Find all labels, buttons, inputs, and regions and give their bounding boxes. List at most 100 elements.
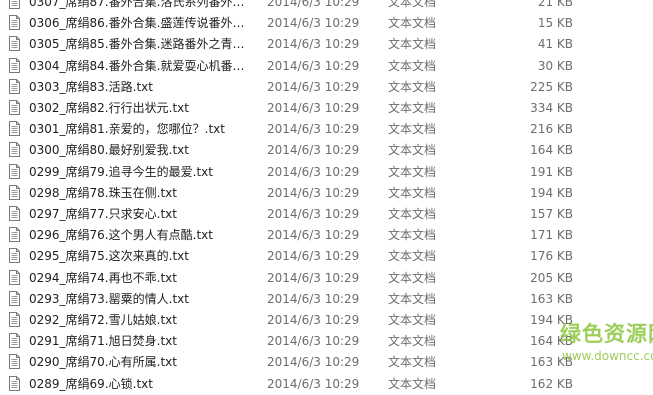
file-name: 0293_席绢73.罂粟的情人.txt (29, 291, 189, 306)
file-row[interactable]: 0292_席绢72.雪儿姑娘.txt 2014/6/3 10:29 文本文档 194 … (0, 310, 653, 331)
file-size: 164 KB (530, 143, 573, 158)
text-document-icon (9, 142, 20, 158)
file-modified-date: 2014/6/3 10:29 (267, 313, 360, 327)
file-name: 0306_席绢86.番外合集.盛莲传说番外之... (29, 16, 254, 31)
file-modified-date: 2014/6/3 10:29 (267, 143, 360, 158)
file-modified-date: 2014/6/3 10:29 (267, 249, 360, 264)
file-size: 194 KB (530, 313, 573, 327)
file-row[interactable]: 0298_席绢78.珠玉在侧.txt 2014/6/3 10:29 文本文档 194 … (0, 183, 653, 204)
file-type: 文本文档 (388, 270, 437, 285)
text-document-icon (9, 269, 20, 285)
text-document-icon (9, 290, 20, 306)
file-name: 0303_席绢83.活路.txt (29, 79, 153, 94)
file-type: 文本文档 (388, 164, 437, 179)
file-type: 文本文档 (388, 355, 437, 370)
file-modified-date: 2014/6/3 10:29 (267, 185, 360, 200)
file-row[interactable]: 0307_席绢87.番外合集.洛氏系列番外之... 2014/6/3 10:29 文… (0, 0, 653, 13)
file-type: 文本文档 (388, 101, 437, 115)
file-modified-date: 2014/6/3 10:29 (267, 334, 360, 349)
file-size: 163 KB (530, 355, 573, 370)
file-row[interactable]: 0295_席绢75.这次来真的.txt 2014/6/3 10:29 文本文档 176… (0, 246, 653, 267)
file-modified-date: 2014/6/3 10:29 (267, 79, 360, 94)
file-row[interactable]: 0304_席绢84.番外合集.就爱耍心机番外... 2014/6/3 10:29 文… (0, 56, 653, 77)
file-row[interactable]: 0299_席绢79.追寻今生的最爱.txt 2014/6/3 10:29 文本文档 1… (0, 162, 653, 183)
file-type: 文本文档 (388, 143, 437, 158)
file-modified-date: 2014/6/3 10:29 (267, 270, 360, 285)
file-row[interactable]: 0296_席绢76.这个男人有点酷.txt 2014/6/3 10:29 文本文档 1… (0, 225, 653, 246)
file-modified-date: 2014/6/3 10:29 (267, 122, 360, 137)
file-row[interactable]: 0305_席绢85.番外合集.迷路番外之青春... 2014/6/3 10:29 文… (0, 34, 653, 55)
file-modified-date: 2014/6/3 10:29 (267, 37, 360, 52)
file-type: 文本文档 (388, 228, 437, 243)
file-modified-date: 2014/6/3 10:29 (267, 207, 360, 221)
file-modified-date: 2014/6/3 10:29 (267, 355, 360, 370)
file-name: 0290_席绢70.心有所属.txt (29, 355, 177, 370)
text-document-icon (9, 15, 20, 31)
text-document-icon (9, 312, 20, 327)
text-document-icon (9, 206, 20, 221)
file-name: 0305_席绢85.番外合集.迷路番外之青春... (29, 37, 254, 52)
file-modified-date: 2014/6/3 10:29 (267, 101, 360, 115)
file-size: 41 KB (537, 37, 573, 52)
file-size: 334 KB (530, 101, 573, 115)
file-size: 163 KB (530, 291, 573, 306)
text-document-icon (9, 57, 20, 73)
text-document-icon (9, 0, 20, 9)
file-modified-date: 2014/6/3 10:29 (267, 164, 360, 179)
file-type: 文本文档 (388, 313, 437, 327)
text-document-icon (9, 375, 20, 391)
file-size: 216 KB (530, 122, 573, 137)
text-document-icon (9, 354, 20, 370)
file-row[interactable]: 0301_席绢81.亲爱的，您哪位？.txt 2014/6/3 10:29 文本文档… (0, 119, 653, 140)
file-size: 157 KB (530, 207, 573, 221)
file-name: 0294_席绢74.再也不乖.txt (29, 270, 177, 285)
file-type: 文本文档 (388, 58, 437, 73)
file-size: 194 KB (530, 185, 573, 200)
text-document-icon (9, 333, 20, 349)
file-size: 191 KB (530, 164, 573, 179)
text-document-icon (9, 227, 20, 243)
file-name: 0302_席绢82.行行出状元.txt (29, 101, 189, 115)
file-modified-date: 2014/6/3 10:29 (267, 16, 360, 31)
file-name: 0300_席绢80.最好别爱我.txt (29, 143, 189, 158)
file-modified-date: 2014/6/3 10:29 (267, 228, 360, 243)
file-size: 15 KB (537, 16, 573, 31)
text-document-icon (9, 184, 20, 200)
file-type: 文本文档 (388, 185, 437, 200)
text-document-icon (9, 121, 20, 137)
file-type: 文本文档 (388, 37, 437, 52)
file-name: 0299_席绢79.追寻今生的最爱.txt (29, 164, 213, 179)
file-size: 225 KB (530, 79, 573, 94)
file-name: 0301_席绢81.亲爱的，您哪位？.txt (29, 122, 225, 137)
file-name: 0291_席绢71.旭日焚身.txt (29, 334, 177, 349)
file-size: 176 KB (530, 249, 573, 264)
file-type: 文本文档 (388, 16, 437, 31)
file-type: 文本文档 (388, 207, 437, 221)
file-type: 文本文档 (388, 122, 437, 137)
file-modified-date: 2014/6/3 10:29 (267, 0, 360, 9)
file-type: 文本文档 (388, 291, 437, 306)
text-document-icon (9, 100, 20, 115)
file-type: 文本文档 (388, 79, 437, 94)
file-row[interactable]: 0306_席绢86.番外合集.盛莲传说番外之... 2014/6/3 10:29 文… (0, 13, 653, 34)
text-document-icon (9, 78, 20, 94)
file-modified-date: 2014/6/3 10:29 (267, 58, 360, 73)
file-row[interactable]: 0300_席绢80.最好别爱我.txt 2014/6/3 10:29 文本文档 164… (0, 140, 653, 161)
file-row[interactable]: 0294_席绢74.再也不乖.txt 2014/6/3 10:29 文本文档 205 … (0, 268, 653, 289)
file-size: 21 KB (537, 0, 573, 9)
file-size: 164 KB (530, 334, 573, 349)
file-row[interactable]: 0290_席绢70.心有所属.txt 2014/6/3 10:29 文本文档 163 … (0, 352, 653, 373)
file-row[interactable]: 0293_席绢73.罂粟的情人.txt 2014/6/3 10:29 文本文档 163… (0, 289, 653, 310)
file-row[interactable]: 0303_席绢83.活路.txt 2014/6/3 10:29 文本文档 225 KB (0, 77, 653, 98)
file-size: 30 KB (537, 58, 573, 73)
text-document-icon (9, 248, 20, 264)
file-name: 0297_席绢77.只求安心.txt (29, 207, 177, 221)
file-type: 文本文档 (388, 249, 437, 264)
file-row[interactable]: 0289_席绢69.心锁.txt 2014/6/3 10:29 文本文档 162 KB (0, 374, 653, 395)
file-row[interactable]: 0291_席绢71.旭日焚身.txt 2014/6/3 10:29 文本文档 164 … (0, 331, 653, 352)
file-row[interactable]: 0297_席绢77.只求安心.txt 2014/6/3 10:29 文本文档 157 … (0, 204, 653, 225)
file-name: 0295_席绢75.这次来真的.txt (29, 249, 189, 264)
file-row[interactable]: 0302_席绢82.行行出状元.txt 2014/6/3 10:29 文本文档 334… (0, 98, 653, 119)
file-type: 文本文档 (388, 334, 437, 349)
file-name: 0298_席绢78.珠玉在侧.txt (29, 185, 177, 200)
